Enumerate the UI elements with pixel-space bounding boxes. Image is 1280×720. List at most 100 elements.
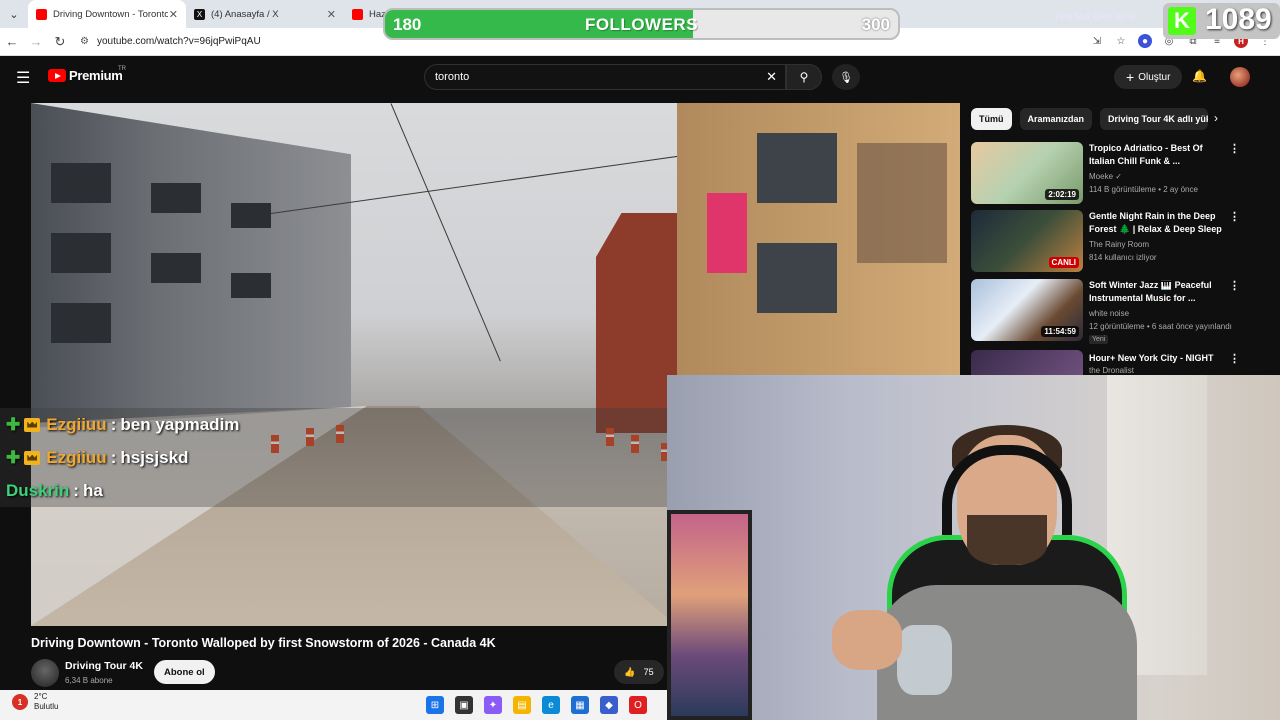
hamburger-menu-icon[interactable]: ☰ (16, 68, 30, 88)
url-text: youtube.com/watch?v=96jqPwiPqAU (96, 36, 261, 47)
tab-x-home[interactable]: X (4) Anasayfa / X ✕ (186, 0, 344, 28)
youtube-header: ☰ Premium TR toronto ✕ ⚲ 🎙 + Oluştur 🔔 (0, 56, 1280, 100)
recommendation-channel[interactable]: The Rainy Room (1089, 240, 1149, 249)
youtube-icon (36, 8, 47, 20)
video-thumbnail[interactable] (971, 350, 1083, 375)
video-thumbnail[interactable]: 2:02:19 (971, 142, 1083, 204)
search-button[interactable]: ⚲ (786, 64, 822, 90)
install-app-icon[interactable]: ⇲ (1090, 34, 1104, 48)
follower-goal-bar: 180 FOLLOWERS 300 (383, 8, 900, 40)
close-icon[interactable]: ✕ (169, 8, 178, 21)
goal-label: FOLLOWERS (584, 15, 699, 34)
weather-temp: 2°C (34, 692, 48, 701)
weather-alert-icon: 1 (12, 694, 28, 710)
recommendation-item[interactable]: Hour+ New York City - NIGHT the Dronalis… (971, 350, 1251, 375)
recommendation-title[interactable]: Soft Winter Jazz 🎹 Peaceful Instrumental… (1089, 279, 1224, 305)
forward-icon[interactable]: → (24, 34, 48, 49)
webcam-streamer-hand (832, 610, 902, 670)
video-player[interactable] (31, 103, 677, 626)
edge-icon[interactable]: e (542, 696, 560, 714)
chevron-right-icon[interactable]: › (1214, 111, 1218, 125)
tab-search-chevron-icon[interactable]: ⌄ (0, 0, 28, 28)
duration-badge: 2:02:19 (1045, 189, 1079, 200)
copilot-icon[interactable]: ✦ (484, 696, 502, 714)
recommendation-title[interactable]: Gentle Night Rain in the Deep Forest 🌲 |… (1089, 210, 1224, 236)
create-label: Oluştur (1138, 71, 1171, 83)
tab-title: Driving Downtown - Toronto W (53, 8, 168, 20)
like-button[interactable]: 👍 75 (614, 660, 664, 684)
more-options-icon[interactable]: ⋮ (1229, 142, 1240, 155)
region-code: TR (118, 66, 126, 72)
windows-start-icon[interactable]: ⊞ (426, 696, 444, 714)
recommendation-channel[interactable]: white noise (1089, 309, 1129, 318)
stream-chat-overlay: ✚ Ezgiiuu : ben yapmadim ✚ Ezgiiuu : hsj… (0, 408, 676, 507)
video-frame-building (677, 103, 960, 375)
close-icon[interactable]: ✕ (327, 8, 336, 21)
recommendation-meta: 114 B görüntüleme • 2 ay önce (1089, 185, 1198, 194)
chat-username: Ezgiiuu (46, 447, 107, 467)
more-options-icon[interactable]: ⋮ (1229, 279, 1240, 292)
recommendation-item[interactable]: 2:02:19 Tropico Adriatico - Best Of Ital… (971, 142, 1251, 204)
opera-icon[interactable]: O (629, 696, 647, 714)
recommendation-channel[interactable]: the Dronalist (1089, 366, 1134, 375)
webcam-overlay (667, 375, 1280, 720)
tab-youtube-video[interactable]: Driving Downtown - Toronto W ✕ (28, 0, 186, 28)
recommendation-chips: Tümü Aramanızdan Driving Tour 4K adlı yü… (971, 108, 1209, 130)
youtube-icon (352, 8, 363, 20)
chat-username: Ezgiiuu (46, 414, 107, 434)
account-avatar[interactable] (1230, 67, 1250, 87)
follower-plus-icon: ✚ (6, 414, 21, 434)
video-thumbnail[interactable]: CANLI (971, 210, 1083, 272)
clear-search-icon[interactable]: ✕ (766, 69, 777, 85)
store-icon[interactable]: ▦ (571, 696, 589, 714)
recommendation-item[interactable]: CANLI Gentle Night Rain in the Deep Fore… (971, 210, 1251, 272)
voice-search-button[interactable]: 🎙 (832, 64, 860, 90)
kick-viewer-count: 1089 (1205, 3, 1272, 36)
new-badge: Yeni (1089, 335, 1109, 344)
youtube-premium-logo[interactable]: Premium TR (48, 66, 126, 83)
kick-logo-icon: K (1168, 7, 1196, 35)
recommendation-channel[interactable]: Moeke ✓ (1089, 172, 1122, 181)
chip-channel-uploads[interactable]: Driving Tour 4K adlı yükle (1100, 108, 1209, 130)
site-info-icon[interactable]: ⚙ (80, 36, 89, 47)
chat-message: ✚ Ezgiiuu : ben yapmadim (0, 408, 676, 441)
app-icon[interactable]: ◆ (600, 696, 618, 714)
url-field[interactable]: ⚙ youtube.com/watch?v=96jqPwiPqAU (80, 36, 261, 47)
more-options-icon[interactable]: ⋮ (1229, 352, 1240, 365)
extension-icon[interactable]: ● (1138, 34, 1152, 48)
file-explorer-icon[interactable]: ▤ (513, 696, 531, 714)
bookmark-star-icon[interactable]: ☆ (1114, 34, 1128, 48)
crown-badge-icon (24, 450, 41, 465)
crown-badge-icon (24, 417, 41, 432)
youtube-play-icon (48, 69, 66, 82)
more-options-icon[interactable]: ⋮ (1229, 210, 1240, 223)
back-icon[interactable]: ← (0, 34, 24, 49)
channel-avatar[interactable] (31, 659, 59, 687)
chat-message: Duskrin : ha (0, 474, 676, 507)
recommendation-item[interactable]: 11:54:59 Soft Winter Jazz 🎹 Peaceful Ins… (971, 279, 1251, 345)
task-view-icon[interactable]: ▣ (455, 696, 473, 714)
banner (707, 193, 747, 273)
subscriber-count: 6,34 B abone (65, 676, 113, 685)
chip-from-search[interactable]: Aramanızdan (1019, 108, 1093, 130)
taskbar-apps: ⊞ ▣ ✦ ▤ e ▦ ◆ O (426, 696, 647, 714)
video-thumbnail[interactable]: 11:54:59 (971, 279, 1083, 341)
recommendation-meta: 814 kullanıcı izliyor (1089, 253, 1157, 262)
recommendation-title[interactable]: Tropico Adriatico - Best Of Italian Chil… (1089, 142, 1224, 168)
search-input[interactable]: toronto ✕ (424, 64, 786, 90)
create-button[interactable]: + Oluştur (1114, 65, 1183, 89)
chat-text: ben yapmadim (120, 414, 240, 434)
fps-gpu-overlay: FPS N/A GPU 31 % (1055, 12, 1136, 22)
channel-name[interactable]: Driving Tour 4K (65, 660, 143, 672)
chip-all[interactable]: Tümü (971, 108, 1012, 130)
reload-icon[interactable]: ↻ (48, 34, 72, 50)
recommendation-title[interactable]: Hour+ New York City - NIGHT (1089, 352, 1224, 365)
weather-widget[interactable]: 1 2°C Bulutlu (12, 692, 58, 712)
video-frame-building (596, 213, 677, 433)
goal-target: 300 (861, 15, 890, 34)
subscribe-button[interactable]: Abone ol (154, 660, 215, 684)
follower-plus-icon: ✚ (6, 447, 21, 467)
chat-text: ha (82, 480, 103, 500)
microphone-icon: 🎙 (839, 71, 853, 84)
notifications-bell-icon[interactable]: 🔔 (1192, 69, 1207, 83)
